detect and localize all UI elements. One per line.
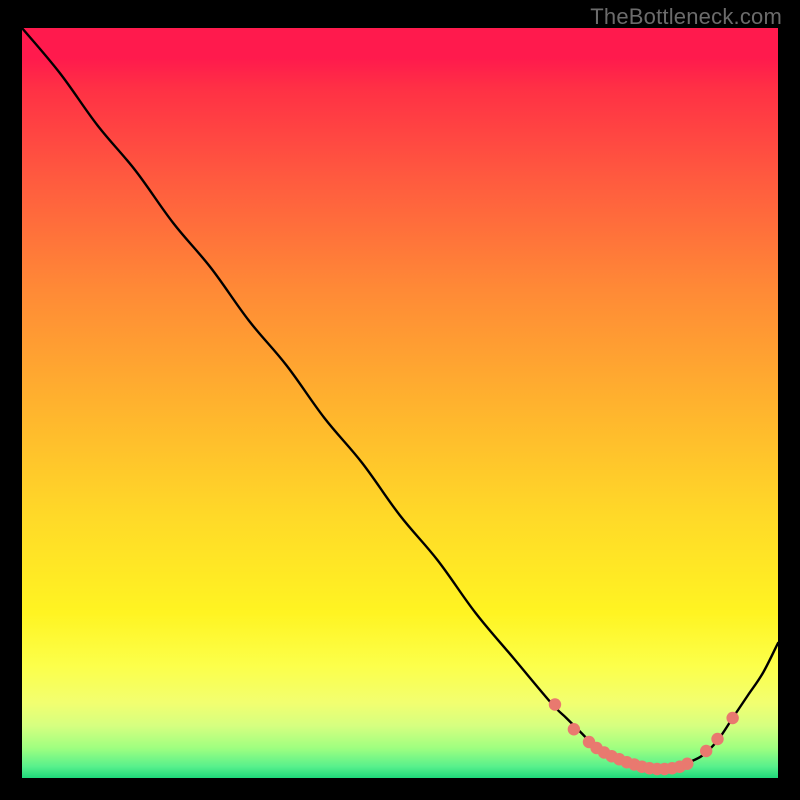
marker-point: [700, 745, 712, 757]
marker-point: [711, 733, 723, 745]
plot-area: [22, 28, 778, 778]
chart-frame: TheBottleneck.com: [0, 0, 800, 800]
marker-group: [549, 698, 739, 775]
marker-point: [568, 723, 580, 735]
marker-point: [726, 712, 738, 724]
marker-point: [681, 758, 693, 770]
curve-layer: [22, 28, 778, 771]
bottleneck-curve: [22, 28, 778, 771]
watermark-text: TheBottleneck.com: [590, 4, 782, 30]
chart-svg: [22, 28, 778, 778]
marker-point: [549, 698, 561, 710]
